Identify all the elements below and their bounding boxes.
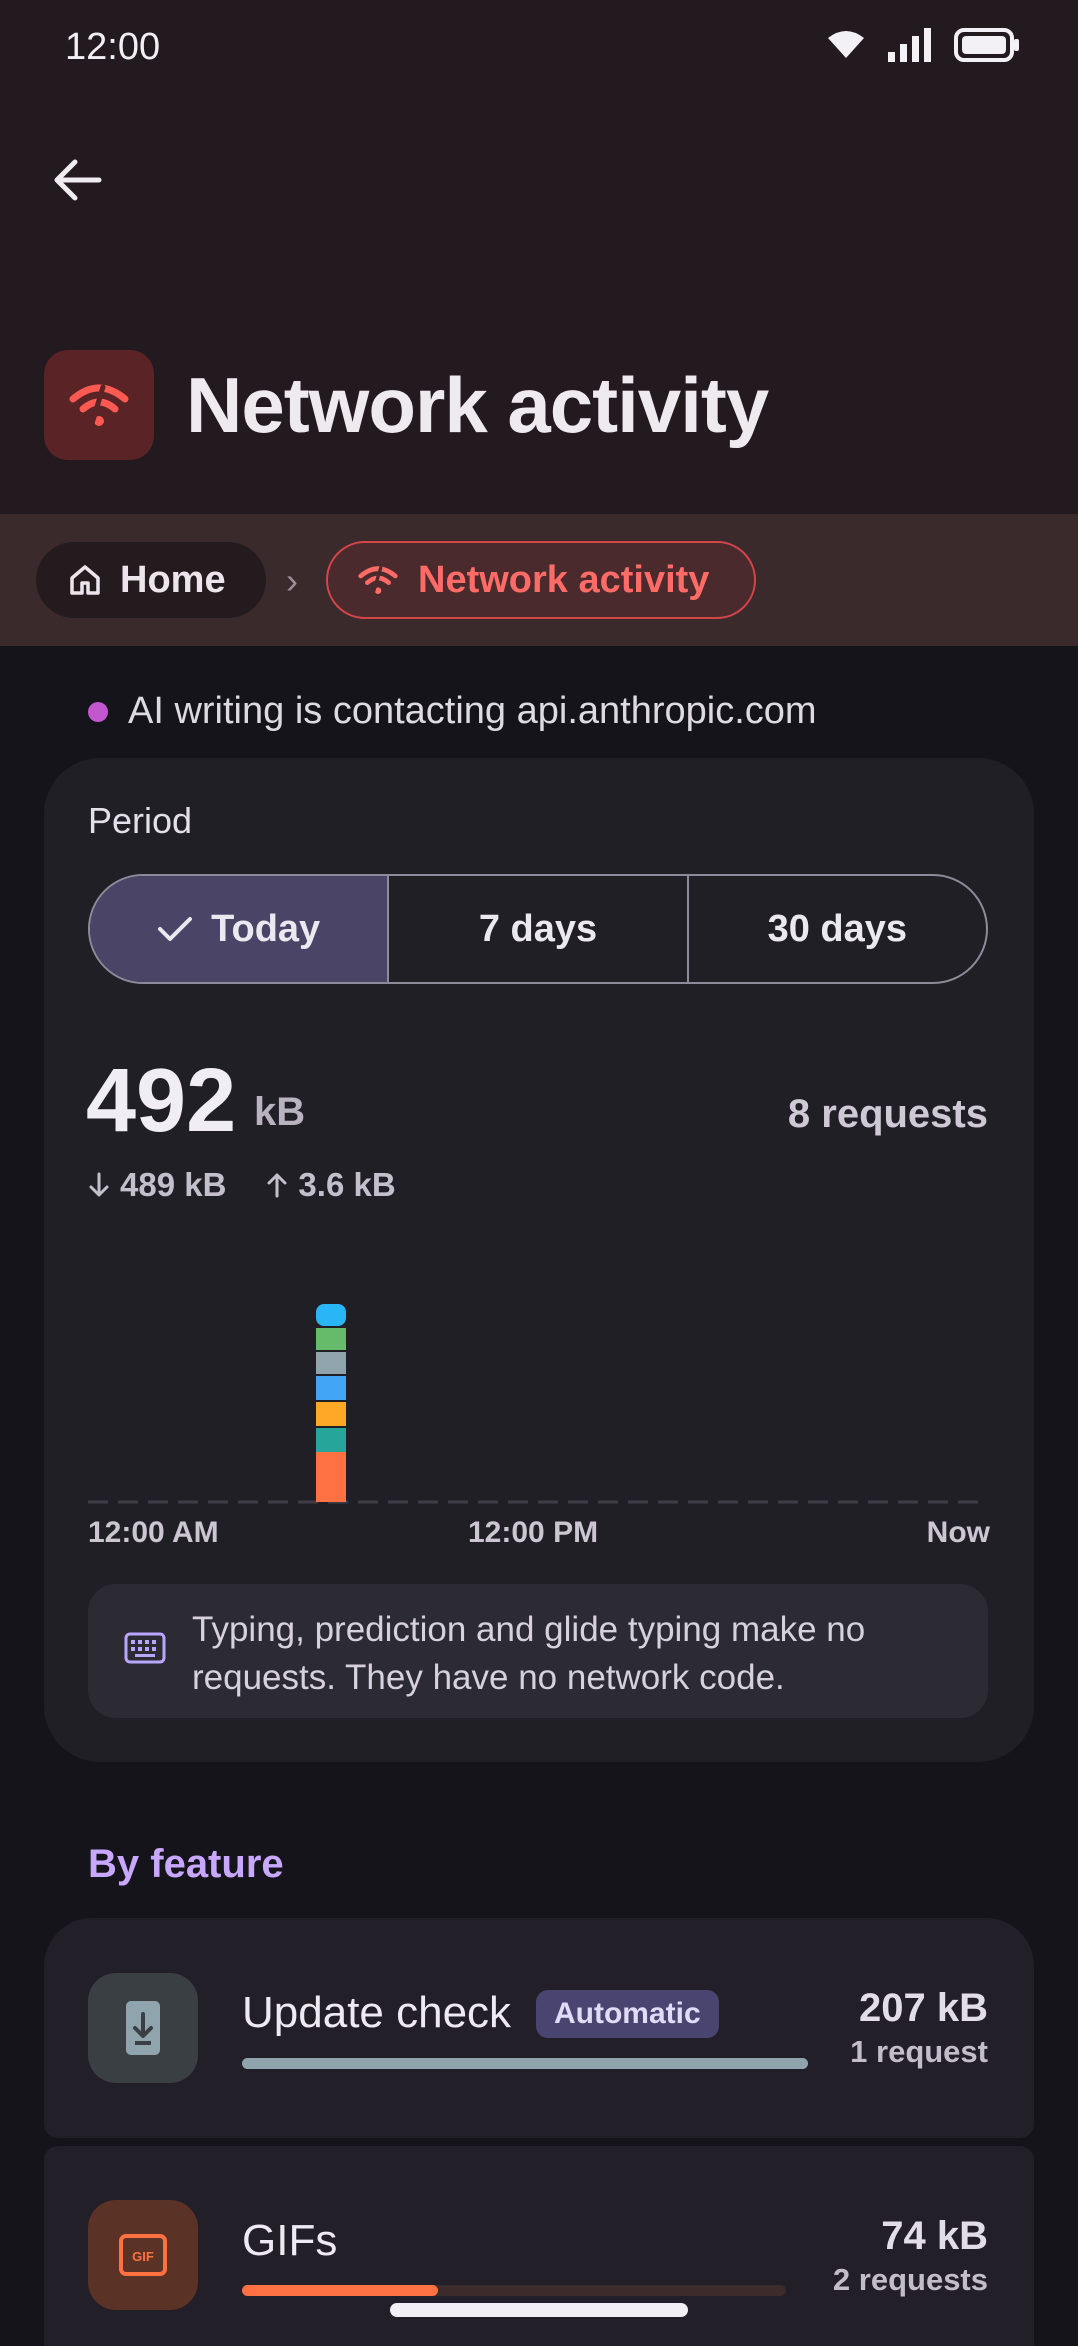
feature-name: GIFs xyxy=(242,2216,338,2265)
keyboard-icon-wrap xyxy=(124,1632,166,1669)
phone-download-icon xyxy=(126,2001,160,2055)
requests-count: 8 requests xyxy=(787,1092,988,1136)
chart-bar-segment xyxy=(316,1328,346,1350)
signal-icon xyxy=(888,28,931,62)
chart-bar-segment xyxy=(316,1402,346,1426)
home-indicator[interactable] xyxy=(390,2303,688,2317)
chart-bar-segment xyxy=(316,1428,346,1452)
gifs-icon-wrap: GIF xyxy=(88,2200,198,2310)
feature-bar-track xyxy=(242,2058,808,2069)
by-feature-title: By feature xyxy=(88,1842,284,1886)
wifi-icon xyxy=(828,31,864,58)
total-data-value: 492 xyxy=(86,1051,237,1151)
feature-bar-fill xyxy=(242,2058,808,2069)
activity-notice: AI writing is contacting api.anthropic.c… xyxy=(88,690,817,733)
home-icon xyxy=(70,565,100,595)
period-today[interactable]: Today xyxy=(90,876,388,982)
feature-size: 74 kB xyxy=(881,2214,988,2258)
chart-bar-segment xyxy=(316,1304,346,1326)
usage-chart xyxy=(88,1304,988,1504)
download-stat: 489 kB xyxy=(88,1166,226,1204)
status-icons xyxy=(826,28,1020,62)
chart-tick-end: Now xyxy=(926,1516,990,1549)
chart-bar-stack xyxy=(316,1304,346,1502)
chart-bar-segment xyxy=(316,1376,346,1400)
feature-bar-track xyxy=(242,2285,786,2296)
feature-size: 207 kB xyxy=(859,1986,988,2030)
network-activity-app-icon xyxy=(44,350,154,460)
breadcrumb-home[interactable]: Home xyxy=(36,542,266,618)
chart-bar-segment xyxy=(316,1352,346,1374)
breadcrumb-separator: › xyxy=(286,560,298,601)
breadcrumb-current[interactable]: Network activity xyxy=(326,541,756,619)
period-7-days[interactable]: 7 days xyxy=(387,876,686,982)
svg-text:GIF: GIF xyxy=(132,2249,154,2264)
traffic-breakdown: 489 kB 3.6 kB xyxy=(88,1166,396,1204)
period-30-days-label: 30 days xyxy=(767,907,908,950)
arrow-up-icon xyxy=(267,1173,287,1198)
page-title: Network activity xyxy=(186,361,769,449)
chart-tick-start: 12:00 AM xyxy=(88,1516,219,1549)
download-value: 489 kB xyxy=(120,1166,227,1203)
total-data-unit: kB xyxy=(254,1090,306,1134)
feature-name: Update check xyxy=(242,1988,512,2037)
status-time: 12:00 xyxy=(65,26,161,68)
breadcrumb-current-label: Network activity xyxy=(418,558,710,601)
keyboard-icon xyxy=(124,1632,166,1664)
activity-dot-icon xyxy=(88,701,108,722)
chart-tick-mid: 12:00 PM xyxy=(468,1516,599,1549)
feature-bar-fill xyxy=(242,2285,438,2296)
feature-requests: 1 request xyxy=(850,2034,988,2069)
wifi-off-icon xyxy=(358,566,398,596)
period-30-days[interactable]: 30 days xyxy=(686,876,986,982)
gif-icon: GIF xyxy=(119,2234,167,2276)
automatic-badge: Automatic xyxy=(536,1990,719,2038)
period-label: Period xyxy=(88,800,193,841)
feature-requests: 2 requests xyxy=(832,2262,988,2297)
arrow-down-icon xyxy=(89,1172,109,1197)
battery-icon xyxy=(954,28,1019,62)
activity-notice-text: AI writing is contacting api.anthropic.c… xyxy=(128,690,817,732)
arrow-left-icon xyxy=(54,159,102,201)
period-7-days-label: 7 days xyxy=(478,907,598,950)
upload-stat: 3.6 kB xyxy=(266,1166,396,1204)
check-icon xyxy=(158,917,193,941)
breadcrumb-home-label: Home xyxy=(120,558,226,601)
info-box: Typing, prediction and glide typing make… xyxy=(88,1584,988,1718)
update-check-icon-wrap xyxy=(88,1973,198,2083)
upload-value: 3.6 kB xyxy=(298,1166,396,1203)
chart-bar-segment xyxy=(316,1452,346,1502)
period-selector: Today 7 days 30 days xyxy=(88,874,988,984)
back-button[interactable] xyxy=(48,150,108,210)
wifi-off-icon xyxy=(69,384,129,429)
period-today-label: Today xyxy=(211,907,321,950)
